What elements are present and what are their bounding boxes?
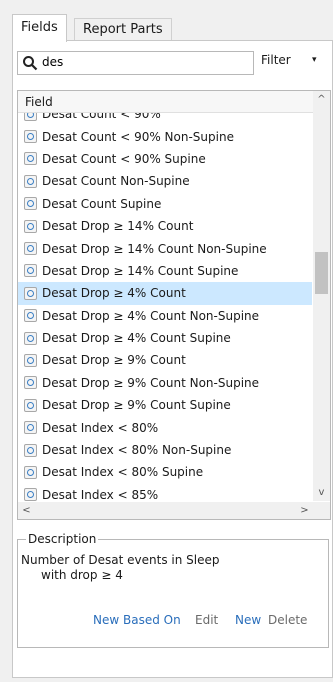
search-icon <box>23 56 38 71</box>
description-line-1: Number of Desat events in Sleep <box>21 553 220 567</box>
new-link[interactable]: New <box>235 613 261 627</box>
tab-strip: Fields Report Parts <box>12 14 322 42</box>
list-item[interactable]: Desat Count < 90% Non-Supine <box>18 125 312 147</box>
field-type-icon <box>24 309 37 323</box>
field-list: Field Desat Count < 90% Desat Count < 90%… <box>17 90 331 520</box>
description-box: Description Number of Desat events in Sl… <box>17 532 329 648</box>
field-type-icon <box>24 197 37 211</box>
list-item-label: Desat Index < 85% <box>42 487 159 502</box>
scroll-up-icon[interactable]: ^ <box>313 91 330 108</box>
field-type-icon <box>24 376 37 390</box>
list-item[interactable]: Desat Drop ≥ 14% Count Non-Supine <box>18 237 312 259</box>
fields-panel: Filter ▾ Field Desat Count < 90%Desat Co… <box>12 40 333 678</box>
list-item[interactable]: Desat Drop ≥ 4% Count <box>18 282 312 305</box>
column-header-field[interactable]: Field <box>18 91 319 113</box>
list-item[interactable]: Desat Index < 85% <box>18 484 312 503</box>
field-type-icon <box>24 174 37 188</box>
field-type-icon <box>24 152 37 166</box>
new-based-on-link[interactable]: New Based On <box>93 613 181 627</box>
filter-dropdown[interactable]: Filter <box>261 53 291 67</box>
field-type-icon <box>24 443 37 457</box>
delete-link[interactable]: Delete <box>268 613 307 627</box>
horizontal-scrollbar[interactable]: < > <box>18 502 330 519</box>
list-item-label: Desat Drop ≥ 4% Count <box>42 286 186 301</box>
list-item-label: Desat Drop ≥ 4% Count Non-Supine <box>42 308 260 323</box>
field-type-icon <box>24 398 37 412</box>
edit-link[interactable]: Edit <box>195 613 218 627</box>
list-item[interactable]: Desat Drop ≥ 4% Count Non-Supine <box>18 305 312 327</box>
scroll-thumb[interactable] <box>315 252 328 294</box>
list-item-label: Desat Count Non-Supine <box>42 174 190 189</box>
description-text: Number of Desat events in Sleep with dro… <box>21 553 219 583</box>
scroll-left-icon[interactable]: < <box>18 502 35 519</box>
list-item-label: Desat Drop ≥ 9% Count <box>42 353 186 368</box>
scroll-down-icon[interactable]: v <box>313 484 330 501</box>
list-item-label: Desat Drop ≥ 9% Count Non-Supine <box>42 375 260 390</box>
list-item-label: Desat Count < 90% Supine <box>42 151 206 166</box>
list-item[interactable]: Desat Drop ≥ 9% Count Non-Supine <box>18 372 312 394</box>
list-item[interactable]: Desat Drop ≥ 14% Count Supine <box>18 260 312 282</box>
list-item-label: Desat Drop ≥ 14% Count Supine <box>42 263 239 278</box>
chevron-down-icon[interactable]: ▾ <box>312 55 317 65</box>
list-item[interactable]: Desat Count Non-Supine <box>18 170 312 192</box>
field-type-icon <box>24 465 37 479</box>
field-type-icon <box>24 353 37 367</box>
field-type-icon <box>24 488 37 502</box>
list-item-label: Desat Count < 90% Non-Supine <box>42 129 234 144</box>
field-type-icon <box>24 113 37 121</box>
list-item[interactable]: Desat Index < 80% Supine <box>18 461 312 483</box>
list-item-label: Desat Index < 80% Non-Supine <box>42 443 232 458</box>
search-input[interactable] <box>42 54 242 70</box>
list-item-label: Desat Count < 90% <box>42 113 161 122</box>
list-item[interactable]: Desat Drop ≥ 9% Count <box>18 349 312 371</box>
field-rows: Desat Count < 90% Desat Count < 90% Non-S… <box>18 113 312 503</box>
list-item[interactable]: Desat Count Supine <box>18 193 312 215</box>
field-type-icon <box>24 264 37 278</box>
list-item-label: Desat Drop ≥ 4% Count Supine <box>42 331 231 346</box>
list-item[interactable]: Desat Drop ≥ 14% Count <box>18 215 312 237</box>
field-type-icon <box>24 331 37 345</box>
scroll-right-icon[interactable]: > <box>296 502 313 519</box>
field-type-icon <box>24 421 37 435</box>
tab-fields[interactable]: Fields <box>12 14 67 42</box>
field-type-icon <box>24 242 37 256</box>
description-legend: Description <box>26 532 99 546</box>
field-type-icon <box>24 286 37 300</box>
list-item[interactable]: Desat Count < 90% Supine <box>18 148 312 170</box>
list-item-label: Desat Drop ≥ 14% Count Non-Supine <box>42 241 267 256</box>
list-item[interactable]: Desat Index < 80% Non-Supine <box>18 439 312 461</box>
list-item-label: Desat Index < 80% Supine <box>42 465 204 480</box>
list-item-label: Desat Count Supine <box>42 196 162 211</box>
list-item-label: Desat Drop ≥ 14% Count <box>42 219 194 234</box>
field-type-icon <box>24 219 37 233</box>
list-item-label: Desat Index < 80% <box>42 420 159 435</box>
tab-report-parts[interactable]: Report Parts <box>74 18 172 41</box>
vertical-scrollbar[interactable]: ^ v <box>313 91 330 501</box>
list-item[interactable]: Desat Drop ≥ 9% Count Supine <box>18 394 312 416</box>
list-item[interactable]: Desat Index < 80% <box>18 416 312 438</box>
list-item[interactable]: Desat Drop ≥ 4% Count Supine <box>18 327 312 349</box>
search-box[interactable] <box>17 51 254 75</box>
description-line-2: with drop ≥ 4 <box>41 568 123 582</box>
list-item-label: Desat Drop ≥ 9% Count Supine <box>42 398 231 413</box>
field-type-icon <box>24 130 37 144</box>
list-item[interactable]: Desat Count < 90% <box>18 113 312 125</box>
